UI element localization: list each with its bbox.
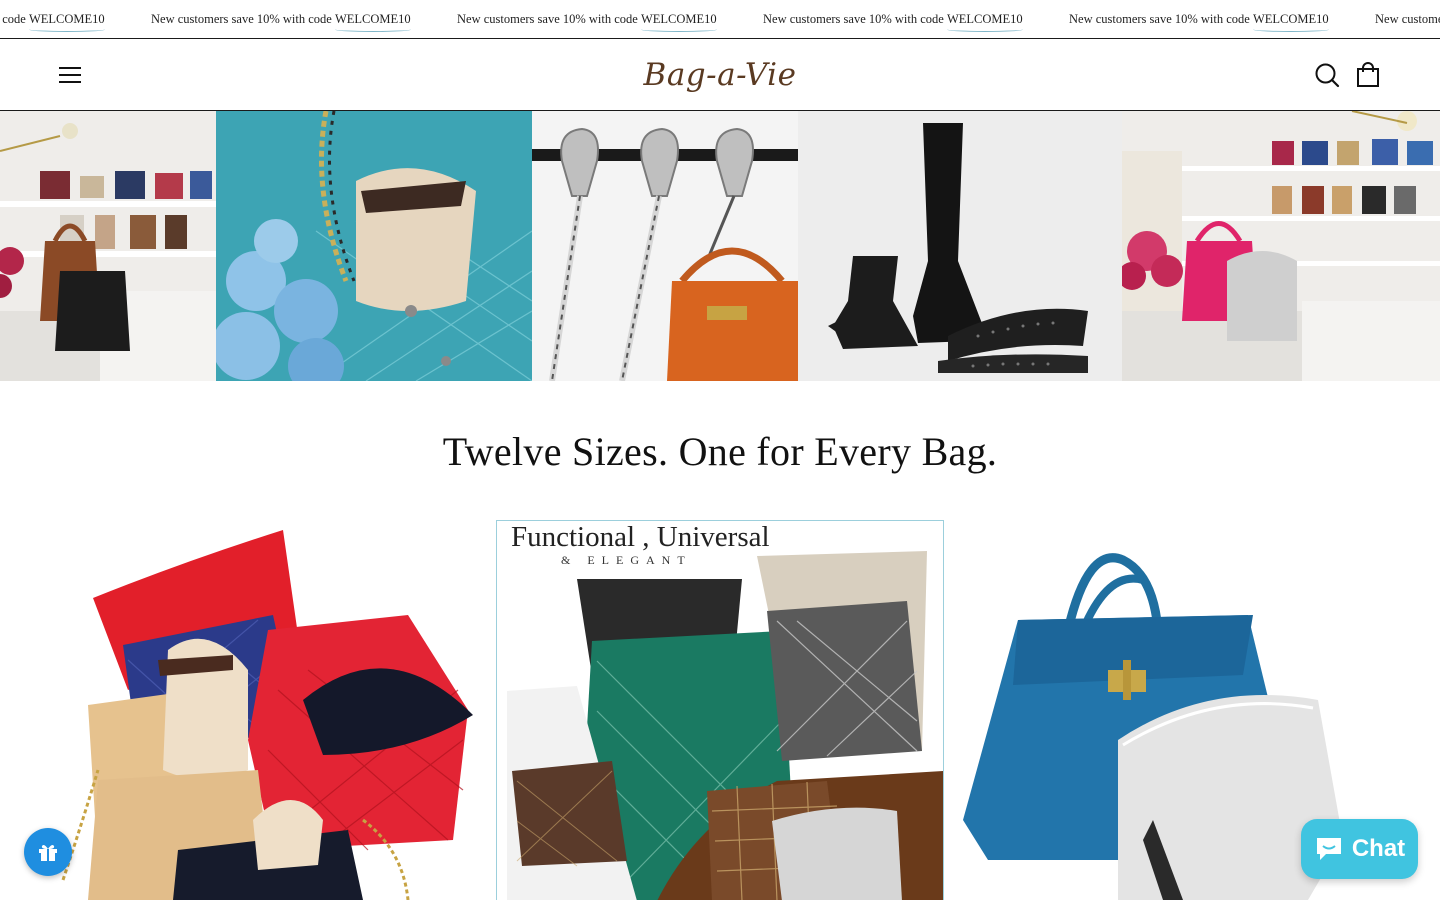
promo-code: WELCOME10: [640, 0, 717, 38]
promo-code: WELCOME10: [1252, 0, 1329, 38]
search-icon: [1315, 63, 1340, 88]
promo-title: Functional , Universal: [511, 521, 770, 553]
blue-quilted-bag-image: [216, 111, 532, 381]
announcement-item: New customers save 10% with code WELCOME…: [763, 0, 1069, 38]
announcement-item: New customers save 10% with code WELCOME…: [151, 0, 457, 38]
product-image-promo: [497, 521, 943, 900]
hero-image-strip: [0, 111, 1440, 381]
announcement-item: New customers save 10% with code WELCOME…: [457, 0, 763, 38]
search-button[interactable]: [1313, 61, 1341, 89]
product-card-promo[interactable]: Functional , Universal & ELEGANT: [496, 520, 944, 900]
announcement-item: New customers save 10% with code WELCOME…: [1375, 0, 1440, 38]
product-image-inserts: [58, 520, 488, 900]
promo-subtitle: & ELEGANT: [561, 553, 692, 567]
announcement-text: New customers save 10% with code: [457, 12, 641, 26]
announcement-text: New customers save 10% with code: [763, 12, 947, 26]
logo-text: Bag-a-Vie: [643, 57, 797, 93]
product-card-inserts[interactable]: [58, 520, 488, 900]
rewards-button[interactable]: [24, 828, 72, 876]
menu-button[interactable]: [56, 63, 84, 87]
announcement-item: New customers save 10% with code WELCOME…: [1069, 0, 1375, 38]
promo-code: WELCOME10: [28, 0, 105, 38]
announcement-text: New customers save 10% with code: [151, 12, 335, 26]
announcement-bar: New customers save 10% with code WELCOME…: [0, 0, 1440, 39]
boot-shapers-image: [798, 111, 1122, 381]
announcement-text: New customers save 10% with code: [0, 12, 26, 26]
section-title: Twelve Sizes. One for Every Bag.: [442, 429, 998, 474]
closet-display-right-image: [1122, 111, 1440, 381]
brand-logo[interactable]: Bag-a-Vie: [620, 49, 820, 101]
hamburger-menu-icon: [59, 67, 81, 83]
announcement-text: New customers save 10% with code: [1069, 12, 1253, 26]
announcement-text: New customers save 10% with code: [1375, 12, 1440, 26]
promo-code: WELCOME10: [946, 0, 1023, 38]
promo-code: WELCOME10: [334, 0, 411, 38]
chat-button[interactable]: Chat: [1301, 819, 1418, 879]
site-header: Bag-a-Vie: [0, 39, 1440, 111]
cart-button[interactable]: [1354, 61, 1382, 89]
chat-bubble-icon: [1316, 838, 1341, 860]
gift-icon: [39, 845, 57, 861]
chat-label: Chat: [1351, 835, 1406, 862]
closet-display-left-image: [0, 111, 216, 381]
shopping-bag-icon: [1357, 62, 1379, 87]
announcement-item: New customers save 10% with code WELCOME…: [0, 0, 151, 38]
bag-hangers-image: [532, 111, 798, 381]
announcement-track: New customers save 10% with code WELCOME…: [0, 0, 1440, 38]
